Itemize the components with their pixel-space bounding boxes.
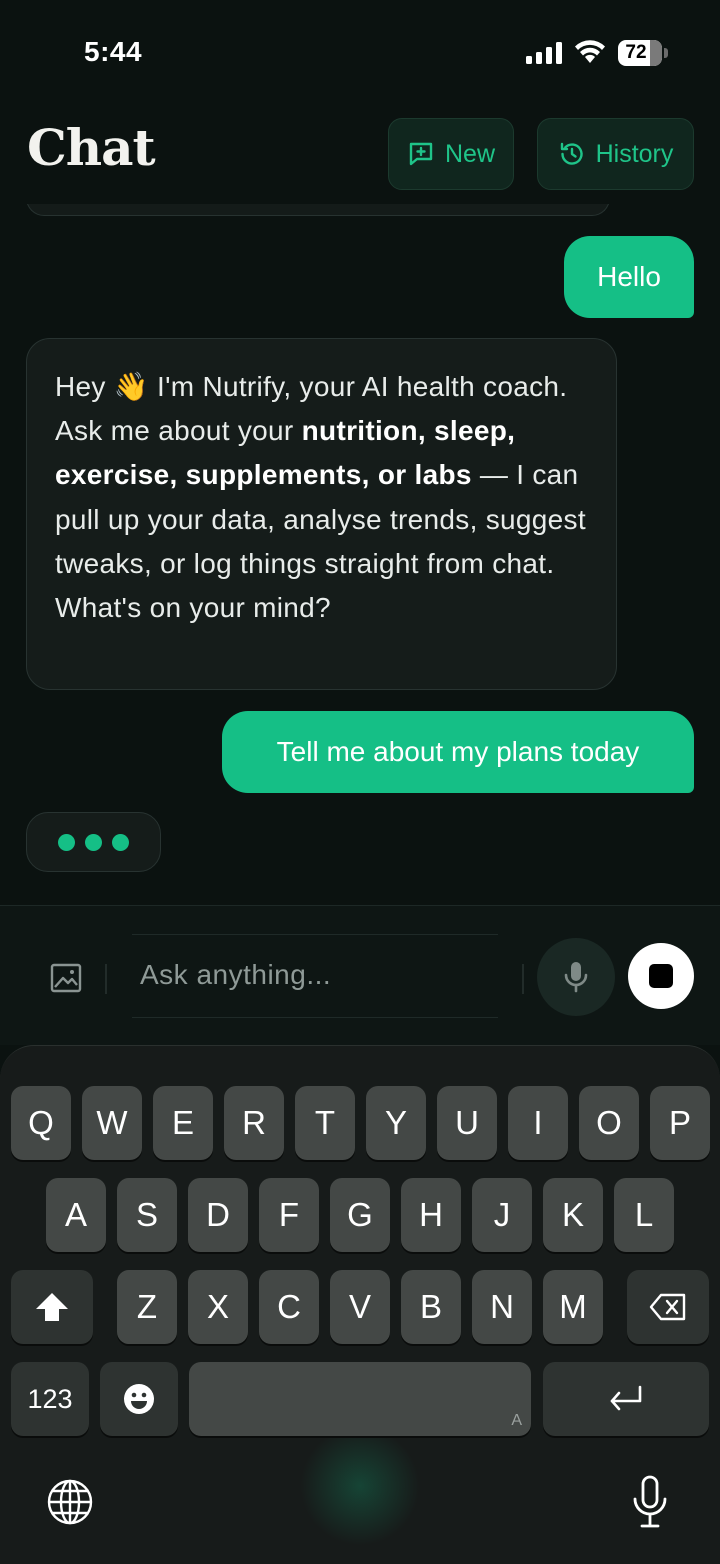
key-q[interactable]: Q <box>11 1086 71 1160</box>
divider <box>522 964 524 994</box>
typing-dot <box>85 833 102 851</box>
key-i[interactable]: I <box>508 1086 568 1160</box>
page-title: Chat <box>27 118 156 177</box>
emoji-icon <box>124 1384 154 1414</box>
key-t[interactable]: T <box>295 1086 355 1160</box>
shift-icon <box>36 1293 68 1321</box>
key-j[interactable]: J <box>472 1178 532 1252</box>
key-k[interactable]: K <box>543 1178 603 1252</box>
key-g[interactable]: G <box>330 1178 390 1252</box>
globe-icon[interactable] <box>46 1478 94 1526</box>
key-n[interactable]: N <box>472 1270 532 1344</box>
composer: Ask anything... <box>0 905 720 1045</box>
key-w[interactable]: W <box>82 1086 142 1160</box>
key-o[interactable]: O <box>579 1086 639 1160</box>
status-bar: 5:44 72 <box>0 0 720 100</box>
key-y[interactable]: Y <box>366 1086 426 1160</box>
key-f[interactable]: F <box>259 1178 319 1252</box>
key-p[interactable]: P <box>650 1086 710 1160</box>
return-key[interactable] <box>543 1362 709 1436</box>
typing-dot <box>112 833 129 851</box>
backspace-key[interactable] <box>627 1270 709 1344</box>
key-a[interactable]: A <box>46 1178 106 1252</box>
new-chat-button[interactable]: New <box>388 118 514 190</box>
key-m[interactable]: M <box>543 1270 603 1344</box>
user-message: Tell me about my plans today <box>222 711 694 793</box>
key-z[interactable]: Z <box>117 1270 177 1344</box>
home-glow <box>300 1426 420 1546</box>
dictation-icon[interactable] <box>630 1474 670 1530</box>
emoji-key[interactable] <box>100 1362 178 1436</box>
battery-level: 72 <box>625 42 647 63</box>
signal-icon <box>526 42 562 64</box>
key-h[interactable]: H <box>401 1178 461 1252</box>
key-u[interactable]: U <box>437 1086 497 1160</box>
assistant-message: Hey 👋 I'm Nutrify, your AI health coach.… <box>26 338 617 690</box>
mic-icon <box>564 962 588 993</box>
input-placeholder: Ask anything... <box>140 959 332 990</box>
history-button[interactable]: History <box>537 118 694 190</box>
key-r[interactable]: R <box>224 1086 284 1160</box>
key-c[interactable]: C <box>259 1270 319 1344</box>
history-icon <box>560 142 583 165</box>
typing-indicator <box>26 812 161 872</box>
key-l[interactable]: L <box>614 1178 674 1252</box>
typing-dot <box>58 833 75 851</box>
user-message: Hello <box>564 236 694 318</box>
new-chat-icon <box>409 142 433 166</box>
space-key[interactable]: A <box>189 1362 531 1436</box>
keyboard: Q W E R T Y U I O P A S D F G H J K L Z … <box>0 1045 720 1564</box>
message-input[interactable]: Ask anything... <box>132 934 498 1018</box>
key-b[interactable]: B <box>401 1270 461 1344</box>
new-chat-label: New <box>444 139 495 168</box>
image-icon[interactable] <box>46 958 86 998</box>
key-v[interactable]: V <box>330 1270 390 1344</box>
wifi-icon <box>575 40 605 63</box>
return-icon <box>610 1385 642 1411</box>
divider <box>105 964 107 994</box>
key-d[interactable]: D <box>188 1178 248 1252</box>
numbers-key[interactable]: 123 <box>11 1362 89 1436</box>
history-label: History <box>595 139 674 168</box>
key-s[interactable]: S <box>117 1178 177 1252</box>
shift-key[interactable] <box>11 1270 93 1344</box>
key-e[interactable]: E <box>153 1086 213 1160</box>
battery-icon: 72 <box>618 40 668 66</box>
stop-button[interactable] <box>628 943 694 1009</box>
voice-input-button[interactable] <box>537 938 615 1016</box>
backspace-icon <box>649 1293 686 1321</box>
stop-icon <box>649 964 673 988</box>
status-time: 5:44 <box>84 36 143 67</box>
key-x[interactable]: X <box>188 1270 248 1344</box>
space-hint: A <box>511 1412 522 1429</box>
